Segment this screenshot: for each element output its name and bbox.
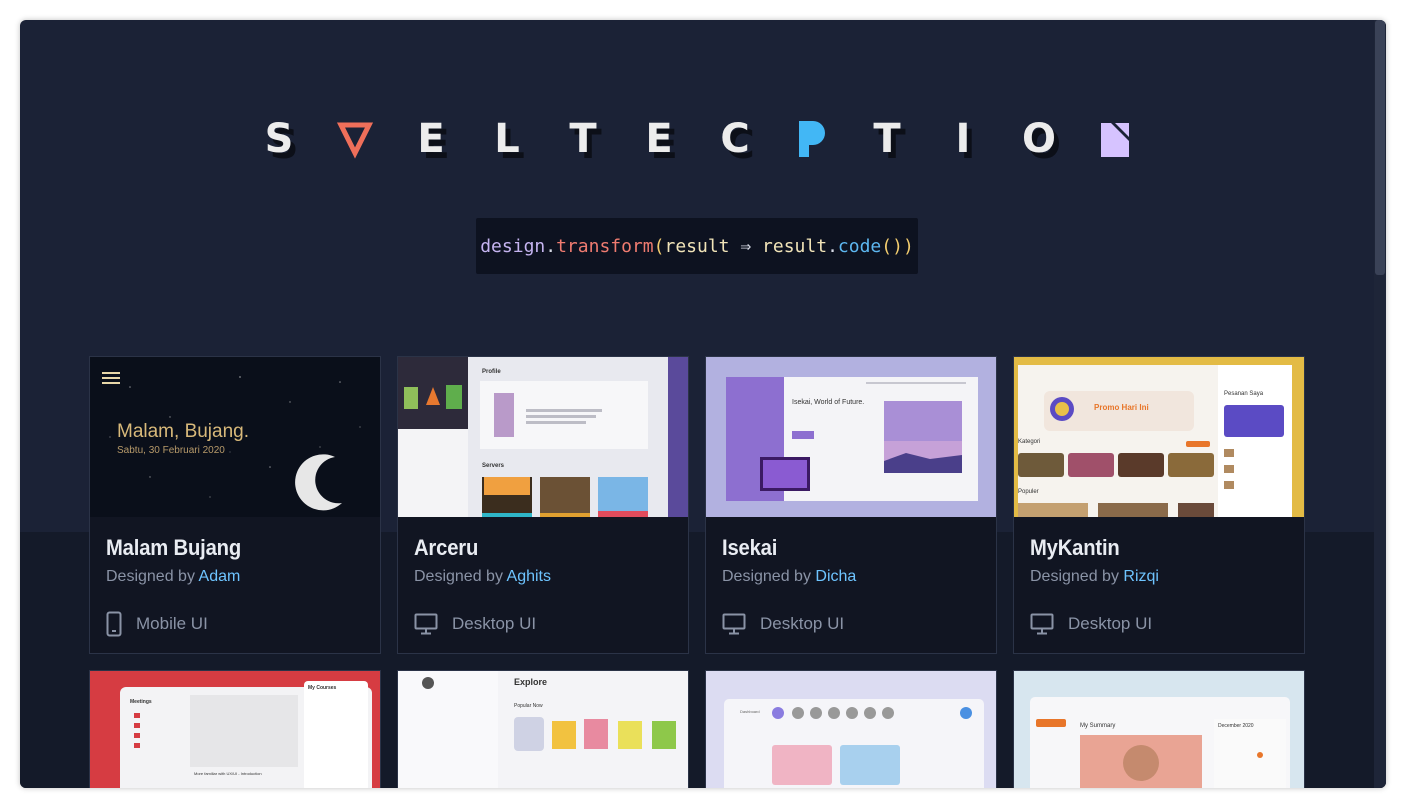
preview-promo: Promo Hari Ini bbox=[1094, 403, 1149, 412]
n-shape-icon bbox=[1077, 114, 1153, 164]
tagline-code: design. transform(result ⇒ result. code()) bbox=[476, 218, 918, 274]
project-card-partial[interactable]: Dashboard bbox=[705, 670, 997, 788]
preview-heading: Dashboard bbox=[740, 709, 760, 714]
card-thumbnail[interactable]: My Summary December 2020 bbox=[1014, 671, 1304, 788]
card-thumbnail[interactable]: Meetings My Courses More familiar with U… bbox=[90, 671, 380, 788]
desktop-monitor-icon bbox=[1030, 613, 1054, 635]
preview-left-title: Meetings bbox=[130, 699, 152, 705]
card-thumbnail[interactable]: Malam, Bujang. Sabtu, 30 Februari 2020 bbox=[90, 357, 380, 517]
logo-letter: L bbox=[494, 116, 520, 162]
platform-label: Desktop UI bbox=[760, 614, 845, 633]
logo-letter: E bbox=[645, 116, 673, 162]
card-title[interactable]: Arceru bbox=[414, 535, 478, 561]
author-link[interactable]: Dicha bbox=[815, 568, 856, 585]
author-link[interactable]: Adam bbox=[199, 568, 241, 585]
desktop-monitor-icon bbox=[414, 613, 438, 635]
tagline-token: . bbox=[545, 235, 557, 257]
preview-pesanan: Pesanan Saya bbox=[1224, 391, 1264, 397]
arceru-preview bbox=[398, 357, 688, 517]
card-designer: Designed by Dicha bbox=[722, 568, 856, 586]
preview-right-title: My Courses bbox=[308, 685, 337, 691]
scrollbar[interactable] bbox=[1374, 20, 1386, 788]
p-shape-icon bbox=[773, 114, 849, 164]
logo-letter: T bbox=[873, 116, 901, 162]
card-thumbnail[interactable]: Isekai, World of Future. bbox=[706, 357, 996, 517]
card-thumbnail[interactable]: Explore Popular Now bbox=[398, 671, 688, 788]
project-card-partial[interactable]: My Summary December 2020 bbox=[1013, 670, 1305, 788]
author-link[interactable]: Rizqi bbox=[1123, 568, 1159, 585]
platform-label: Mobile UI bbox=[136, 614, 208, 633]
project-card-isekai[interactable]: Isekai, World of Future. Isekai Designed… bbox=[705, 356, 997, 654]
preview-sub: Popular Now bbox=[514, 703, 543, 709]
designed-by-label: Designed by bbox=[1030, 568, 1119, 585]
explore-preview bbox=[398, 671, 688, 788]
desktop-monitor-icon bbox=[722, 613, 746, 635]
card-platform: Mobile UI bbox=[106, 609, 208, 639]
platform-label: Desktop UI bbox=[1068, 614, 1153, 633]
mobile-phone-icon bbox=[106, 611, 122, 637]
project-card-malam-bujang[interactable]: Malam, Bujang. Sabtu, 30 Februari 2020 M… bbox=[89, 356, 381, 654]
summary-preview bbox=[1014, 671, 1304, 788]
card-designer: Designed by Adam bbox=[106, 568, 240, 586]
project-card-mykantin[interactable]: Promo Hari Ini Kategori Populer Pesanan … bbox=[1013, 356, 1305, 654]
card-title[interactable]: Isekai bbox=[722, 535, 777, 561]
card-platform: Desktop UI bbox=[722, 609, 844, 639]
preview-greeting: Malam, Bujang. bbox=[117, 421, 250, 442]
card-thumbnail[interactable]: Profile Servers bbox=[398, 357, 688, 517]
dashboard-preview bbox=[706, 671, 996, 788]
designed-by-label: Designed by bbox=[414, 568, 503, 585]
logo-letter: E bbox=[417, 116, 445, 162]
logo-letter: I bbox=[955, 116, 971, 162]
mykantin-preview bbox=[1014, 357, 1304, 517]
logo-letter: C bbox=[720, 116, 750, 162]
logo-letter: S bbox=[264, 116, 294, 162]
preview-servers: Servers bbox=[482, 463, 505, 469]
tagline-token: ()) bbox=[881, 235, 914, 257]
project-card-partial[interactable]: Meetings My Courses More familiar with U… bbox=[89, 670, 381, 788]
platform-label: Desktop UI bbox=[452, 614, 537, 633]
preview-caption: More familiar with UX/UI - Introduction bbox=[194, 771, 262, 776]
site-logo[interactable]: S E L T E C T I O bbox=[20, 114, 1374, 164]
isekai-preview bbox=[706, 357, 996, 517]
project-card-partial[interactable]: Explore Popular Now bbox=[397, 670, 689, 788]
card-platform: Desktop UI bbox=[1030, 609, 1152, 639]
preview-heading: Explore bbox=[514, 677, 548, 687]
author-link[interactable]: Aghits bbox=[507, 568, 551, 585]
card-title[interactable]: MyKantin bbox=[1030, 535, 1120, 561]
preview-calendar: December 2020 bbox=[1218, 723, 1254, 729]
card-designer: Designed by Rizqi bbox=[1030, 568, 1159, 586]
card-platform: Desktop UI bbox=[414, 609, 536, 639]
tagline-token: result bbox=[664, 235, 730, 257]
project-card-arceru[interactable]: Profile Servers Arceru Designed by Aghit… bbox=[397, 356, 689, 654]
tagline-token: design bbox=[480, 235, 546, 257]
tagline-token: transform bbox=[556, 235, 654, 257]
preview-heading: Isekai, World of Future. bbox=[792, 399, 865, 406]
card-designer: Designed by Aghits bbox=[414, 568, 551, 586]
svelte-triangle-icon bbox=[317, 114, 393, 164]
card-thumbnail[interactable]: Promo Hari Ini Kategori Populer Pesanan … bbox=[1014, 357, 1304, 517]
designed-by-label: Designed by bbox=[106, 568, 195, 585]
card-thumbnail[interactable]: Dashboard bbox=[706, 671, 996, 788]
preview-kategori: Kategori bbox=[1018, 439, 1041, 445]
tagline-token: ⇒ bbox=[729, 235, 763, 257]
scrollbar-thumb[interactable] bbox=[1375, 20, 1385, 275]
tagline-token: code bbox=[837, 235, 882, 257]
tagline-token: . bbox=[827, 235, 838, 257]
browser-viewport: S E L T E C T I O design. transform(resul… bbox=[20, 20, 1386, 788]
preview-heading: My Summary bbox=[1080, 723, 1116, 729]
preview-populer: Populer bbox=[1018, 489, 1039, 495]
logo-letter: O bbox=[1021, 116, 1056, 162]
logo-letter: T bbox=[569, 116, 597, 162]
preview-date: Sabtu, 30 Februari 2020 bbox=[117, 445, 225, 456]
tagline-token: result bbox=[762, 235, 828, 257]
tagline-token: ( bbox=[653, 235, 665, 257]
card-title[interactable]: Malam Bujang bbox=[106, 535, 241, 561]
designed-by-label: Designed by bbox=[722, 568, 811, 585]
preview-heading: Profile bbox=[482, 369, 501, 375]
